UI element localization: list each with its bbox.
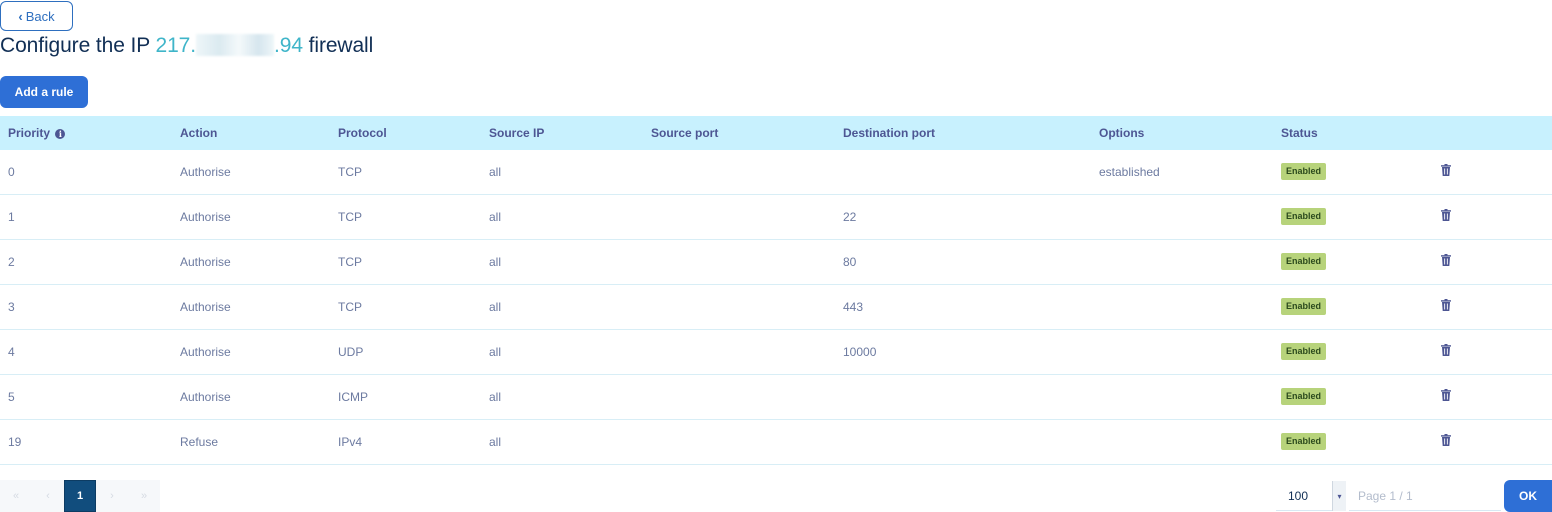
cell-action: Authorise — [180, 210, 231, 224]
table-header: Priority i Action Protocol Source IP Sou… — [0, 116, 1552, 150]
page-number-input[interactable] — [1349, 481, 1501, 511]
header-options: Options — [1099, 126, 1145, 140]
trash-icon[interactable] — [1441, 164, 1451, 176]
trash-icon[interactable] — [1441, 254, 1451, 266]
cell-action: Authorise — [180, 345, 231, 359]
status-badge: Enabled — [1281, 433, 1327, 450]
per-page-value: 100 — [1288, 488, 1309, 503]
status-badge: Enabled — [1281, 298, 1327, 315]
cell-source-ip: all — [489, 435, 502, 449]
trash-icon[interactable] — [1441, 434, 1451, 446]
cell-source-ip: all — [489, 165, 502, 179]
cell-protocol: ICMP — [338, 390, 368, 404]
cell-action: Refuse — [180, 435, 219, 449]
page-1-button[interactable]: 1 — [64, 480, 96, 512]
ok-button[interactable]: OK — [1504, 480, 1552, 512]
cell-priority: 19 — [8, 435, 22, 449]
cell-action: Authorise — [180, 390, 231, 404]
table-row: 1 Authorise TCP all 22 Enabled — [0, 195, 1552, 240]
cell-priority: 4 — [8, 345, 15, 359]
table-body: 0 Authorise TCP all established Enabled … — [0, 150, 1552, 465]
status-badge: Enabled — [1281, 208, 1327, 225]
status-badge: Enabled — [1281, 388, 1327, 405]
ip-end: .94 — [274, 34, 303, 57]
header-status: Status — [1281, 126, 1318, 140]
cell-protocol: UDP — [338, 345, 364, 359]
trash-icon[interactable] — [1441, 209, 1451, 221]
cell-source-ip: all — [489, 255, 502, 269]
last-page-button[interactable]: » — [128, 480, 160, 512]
info-icon[interactable]: i — [55, 129, 66, 139]
status-badge: Enabled — [1281, 343, 1327, 360]
cell-source-ip: all — [489, 210, 502, 224]
cell-protocol: TCP — [338, 210, 362, 224]
header-destination-port: Destination port — [843, 126, 935, 140]
chevron-left-icon: ‹ — [18, 8, 23, 24]
cell-action: Authorise — [180, 255, 231, 269]
header-priority: Priority i — [8, 126, 66, 140]
cell-protocol: TCP — [338, 300, 362, 314]
pagination: « ‹ 1 › » — [0, 480, 160, 512]
table-row: 2 Authorise TCP all 80 Enabled — [0, 240, 1552, 285]
cell-action: Authorise — [180, 300, 231, 314]
trash-icon[interactable] — [1441, 299, 1451, 311]
title-suffix: firewall — [302, 34, 374, 57]
per-page-select[interactable]: 100 ▾ — [1276, 481, 1346, 511]
page-title: Configure the IP 217. .94 firewall — [0, 34, 373, 58]
cell-options: established — [1099, 165, 1160, 179]
ip-address: 217. .94 — [156, 34, 303, 57]
ip-redacted — [196, 34, 274, 56]
table-row: 0 Authorise TCP all established Enabled — [0, 150, 1552, 195]
add-rule-button[interactable]: Add a rule — [0, 76, 88, 108]
cell-priority: 5 — [8, 390, 15, 404]
cell-priority: 3 — [8, 300, 15, 314]
first-page-button[interactable]: « — [0, 480, 32, 512]
cell-source-ip: all — [489, 345, 502, 359]
table-row: 3 Authorise TCP all 443 Enabled — [0, 285, 1552, 330]
status-badge: Enabled — [1281, 163, 1327, 180]
cell-protocol: IPv4 — [338, 435, 363, 449]
back-button-label: Back — [25, 8, 55, 24]
table-row: 4 Authorise UDP all 10000 Enabled — [0, 330, 1552, 375]
cell-priority: 1 — [8, 210, 15, 224]
cell-source-ip: all — [489, 390, 502, 404]
cell-destination-port: 443 — [843, 300, 864, 314]
cell-destination-port: 22 — [843, 210, 857, 224]
cell-protocol: TCP — [338, 165, 362, 179]
table-row: 19 Refuse IPv4 all Enabled — [0, 420, 1552, 465]
header-source-ip: Source IP — [489, 126, 545, 140]
firewall-rules-table: Priority i Action Protocol Source IP Sou… — [0, 116, 1552, 465]
cell-destination-port: 80 — [843, 255, 857, 269]
status-badge: Enabled — [1281, 253, 1327, 270]
table-row: 5 Authorise ICMP all Enabled — [0, 375, 1552, 420]
ip-start: 217. — [155, 34, 197, 57]
header-protocol: Protocol — [338, 126, 387, 140]
header-action: Action — [180, 126, 218, 140]
next-page-button[interactable]: › — [96, 480, 128, 512]
cell-priority: 0 — [8, 165, 15, 179]
trash-icon[interactable] — [1441, 344, 1451, 356]
back-button[interactable]: ‹ Back — [0, 1, 73, 31]
title-prefix: Configure the IP — [0, 34, 156, 57]
prev-page-button[interactable]: ‹ — [32, 480, 64, 512]
cell-destination-port: 10000 — [843, 345, 877, 359]
header-priority-label: Priority — [8, 126, 51, 140]
cell-priority: 2 — [8, 255, 15, 269]
caret-down-icon: ▾ — [1332, 481, 1346, 511]
header-source-port: Source port — [651, 126, 719, 140]
cell-protocol: TCP — [338, 255, 362, 269]
cell-source-ip: all — [489, 300, 502, 314]
trash-icon[interactable] — [1441, 389, 1451, 401]
cell-action: Authorise — [180, 165, 231, 179]
